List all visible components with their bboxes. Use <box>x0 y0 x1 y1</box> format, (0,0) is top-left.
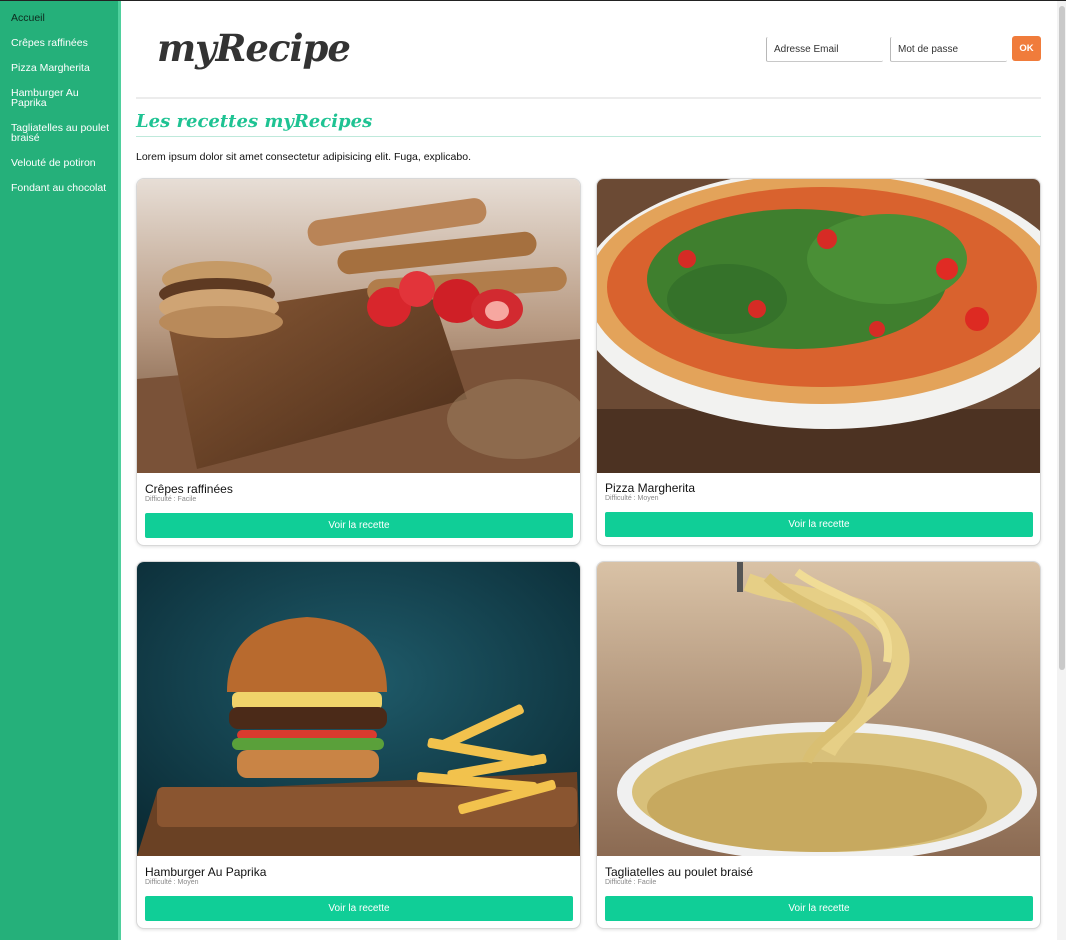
pasta-photo[interactable] <box>597 562 1040 856</box>
recipe-difficulty: Difficulté : Facile <box>605 879 657 886</box>
recipe-card: Tagliatelles au poulet braisé Difficulté… <box>596 561 1041 929</box>
recipe-name: Pizza Margherita <box>605 481 696 495</box>
recipe-difficulty: Difficulté : Moyen <box>605 495 659 502</box>
crepes-photo[interactable] <box>137 179 580 473</box>
sidebar-item-veloute[interactable]: Velouté de potiron <box>11 158 111 169</box>
view-recipe-button[interactable]: Voir la recette <box>605 512 1033 537</box>
view-recipe-button[interactable]: Voir la recette <box>145 896 573 921</box>
scrollbar-thumb[interactable] <box>1059 6 1065 670</box>
header-divider <box>136 97 1041 99</box>
recipe-name: Crêpes raffinées <box>145 482 233 496</box>
sidebar-item-accueil[interactable]: Accueil <box>11 13 111 24</box>
view-recipe-button[interactable]: Voir la recette <box>145 513 573 538</box>
window-top-border <box>0 0 1066 1</box>
burger-photo[interactable] <box>137 562 580 856</box>
view-recipe-button[interactable]: Voir la recette <box>605 896 1033 921</box>
sidebar-item-crepes[interactable]: Crêpes raffinées <box>11 38 111 49</box>
title-underline <box>136 136 1041 137</box>
password-field[interactable] <box>890 37 1007 62</box>
sidebar-item-tagliatelles[interactable]: Tagliatelles au poulet braisé <box>11 123 111 144</box>
sidebar-item-hamburger[interactable]: Hamburger Au Paprika <box>11 88 111 109</box>
page-title: Les recettes myRecipes <box>136 111 373 132</box>
recipe-card: Pizza Margherita Difficulté : Moyen Voir… <box>596 178 1041 546</box>
email-field[interactable] <box>766 37 883 62</box>
sidebar-edge <box>118 1 121 940</box>
sidebar-item-pizza[interactable]: Pizza Margherita <box>11 63 111 74</box>
recipe-card: Crêpes raffinées Difficulté : Facile Voi… <box>136 178 581 546</box>
recipe-name: Hamburger Au Paprika <box>145 865 267 879</box>
recipe-card: Hamburger Au Paprika Difficulté : Moyen … <box>136 561 581 929</box>
site-logo[interactable]: myRecipe <box>157 26 351 70</box>
login-ok-button[interactable]: OK <box>1012 36 1041 61</box>
recipe-difficulty: Difficulté : Moyen <box>145 879 199 886</box>
recipe-name: Tagliatelles au poulet braisé <box>605 865 754 879</box>
recipe-difficulty: Difficulté : Facile <box>145 496 197 503</box>
pizza-photo[interactable] <box>597 179 1040 473</box>
intro-text: Lorem ipsum dolor sit amet consectetur a… <box>136 151 471 163</box>
sidebar-item-fondant[interactable]: Fondant au chocolat <box>11 183 111 194</box>
